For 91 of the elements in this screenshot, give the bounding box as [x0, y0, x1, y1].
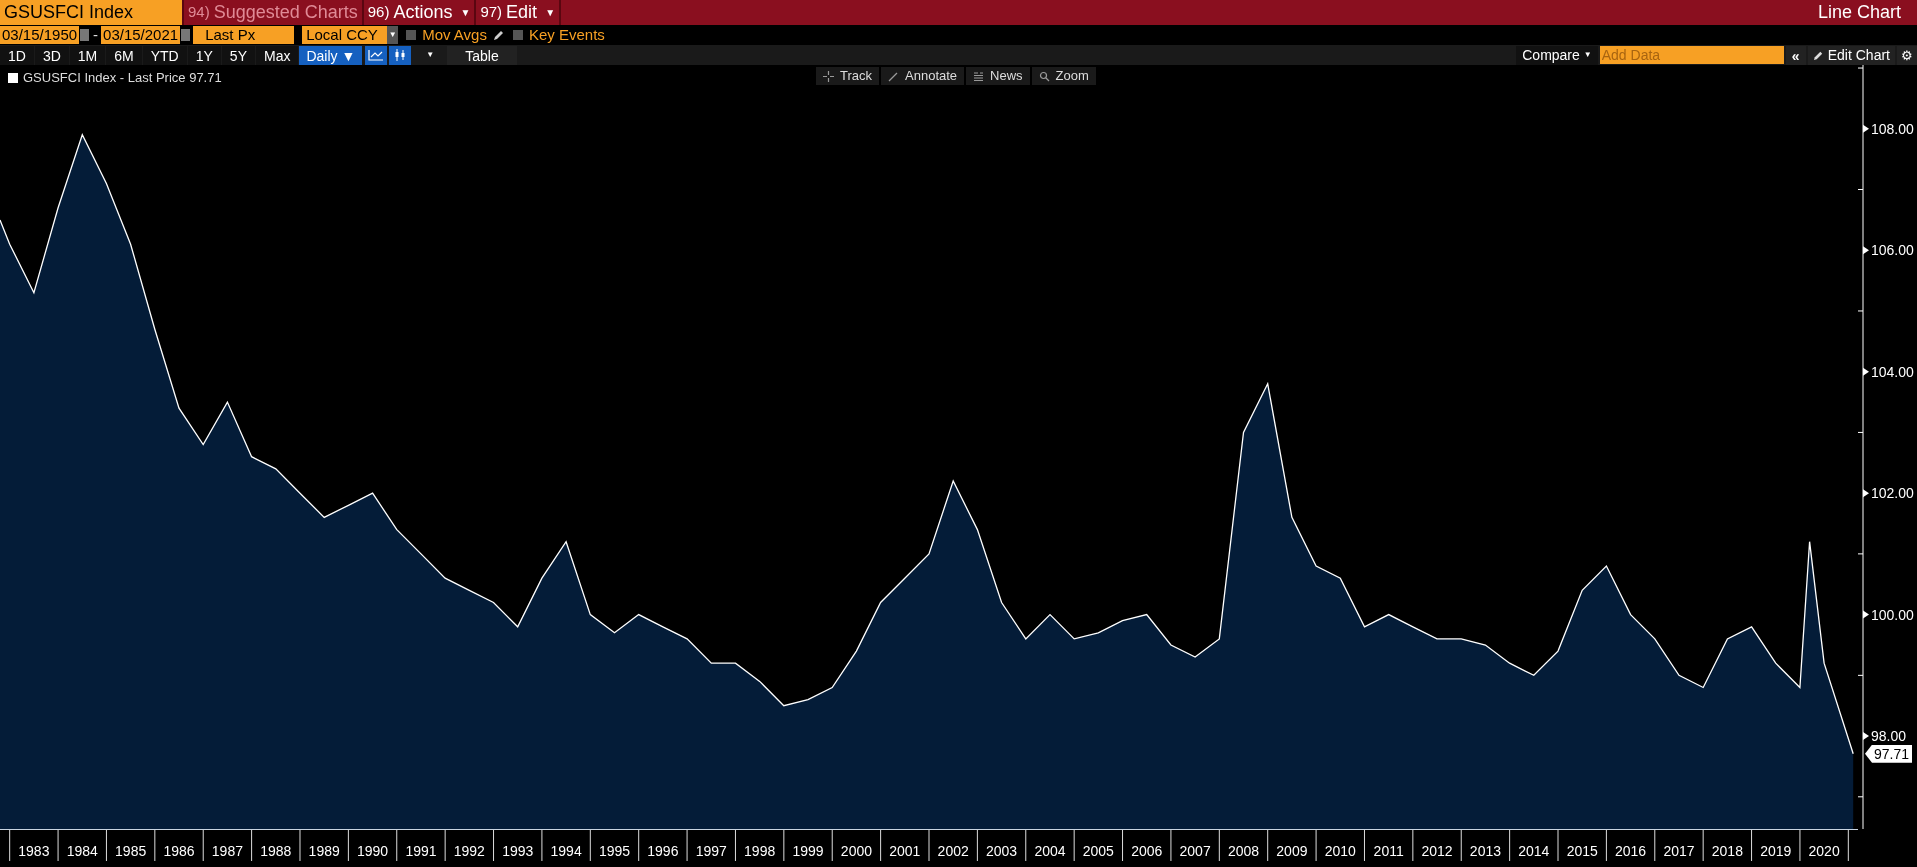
menu-button[interactable]: 97) Edit ▼ [474, 0, 560, 25]
x-axis-label: 1999 [792, 843, 824, 859]
checkbox[interactable] [512, 30, 523, 40]
x-axis-label: 1998 [744, 843, 776, 859]
crosshair-icon [823, 70, 834, 82]
y-axis-label: 100.00 [1871, 606, 1914, 623]
checkbox[interactable] [406, 30, 417, 40]
x-axis-label: 1993 [502, 843, 534, 859]
period-tab[interactable]: Max [255, 45, 299, 65]
x-axis-label: 2004 [1034, 843, 1066, 859]
last-price-label: 97.71 [1865, 744, 1913, 763]
period-tab[interactable]: 3D [34, 45, 69, 65]
y-axis-label: 106.00 [1871, 242, 1914, 259]
candlestick-icon [394, 49, 407, 61]
checkbox-label[interactable]: Key Events [528, 23, 605, 47]
currency-select[interactable]: Local CCY [302, 26, 388, 44]
period-tab[interactable]: 6M [106, 45, 142, 65]
period-tab[interactable]: YTD [142, 45, 187, 65]
x-axis-label: 2007 [1179, 843, 1211, 859]
x-axis-label: 1986 [163, 843, 195, 859]
ticker-field[interactable]: GSUSFCI Index [0, 0, 182, 25]
chart-tool-button[interactable]: News [966, 67, 1030, 85]
x-axis-label: 1983 [18, 843, 50, 859]
end-date-field[interactable]: 03/15/2021 [101, 26, 181, 44]
x-axis-label: 2002 [937, 843, 969, 859]
y-axis-label: 108.00 [1871, 120, 1914, 137]
period-tab[interactable]: 5Y [221, 45, 255, 65]
x-axis-label: 2015 [1566, 843, 1598, 859]
x-axis-label: 2000 [840, 843, 872, 859]
x-axis-label: 2020 [1808, 843, 1840, 859]
x-axis-label: 1996 [647, 843, 679, 859]
x-axis-label: 2009 [1276, 843, 1308, 859]
x-axis-label: 1990 [357, 843, 389, 859]
x-axis-label: 1988 [260, 843, 292, 859]
x-axis-label: 2016 [1615, 843, 1647, 859]
x-axis-label: 1995 [598, 843, 631, 859]
y-axis-label: 102.00 [1871, 485, 1914, 502]
period-tab[interactable]: 1M [69, 45, 106, 65]
x-axis-label: 2010 [1324, 843, 1356, 859]
edit-chart-button[interactable]: Edit Chart [1807, 45, 1895, 65]
x-axis-label: 1989 [308, 843, 340, 859]
chart-type-button[interactable] [365, 45, 388, 65]
caret-icon[interactable]: ▼ [413, 49, 448, 61]
chart-tool-button[interactable]: Track [816, 67, 880, 85]
x-axis-label: 2018 [1711, 843, 1743, 859]
chart-tool-button[interactable]: Zoom [1031, 67, 1096, 85]
legend-label: GSUSFCI Index - Last Price 97.71 [23, 69, 222, 87]
x-axis-label: 1994 [550, 843, 582, 859]
pencil-icon [888, 70, 900, 82]
chart-type-button[interactable] [389, 45, 412, 65]
calendar-icon[interactable] [181, 29, 191, 41]
x-axis-label: 1991 [405, 843, 437, 859]
x-axis-label: 1984 [66, 843, 98, 859]
x-axis-label: 2006 [1131, 843, 1163, 859]
pencil-icon [1812, 49, 1824, 61]
x-axis-label: 1987 [211, 843, 243, 859]
news-icon [973, 70, 985, 82]
y-axis-label: 104.00 [1871, 363, 1914, 380]
x-axis-label: 2005 [1082, 843, 1114, 859]
checkbox-label[interactable]: Mov Avgs [422, 23, 487, 47]
line-chart-icon [368, 49, 385, 61]
x-axis-label: 2003 [986, 843, 1018, 859]
settings-button[interactable]: ⚙ [1897, 45, 1917, 65]
search-icon [1038, 70, 1050, 82]
window-title: Line Chart [1817, 1, 1902, 24]
x-axis-label: 2017 [1663, 843, 1695, 859]
x-axis-label: 2011 [1373, 843, 1404, 859]
field-select[interactable]: Last Px [193, 26, 295, 44]
x-axis-label: 2012 [1421, 843, 1453, 859]
x-axis-label: 2013 [1469, 843, 1501, 859]
legend-swatch [8, 72, 18, 83]
compare-dropdown[interactable]: Compare ▼ [1516, 45, 1598, 65]
table-button[interactable]: Table [447, 45, 517, 65]
add-data-field[interactable]: Add Data [1599, 46, 1784, 64]
pencil-icon[interactable] [492, 29, 505, 41]
period-tab[interactable]: 1Y [187, 45, 221, 65]
period-tab[interactable]: 1D [0, 45, 34, 65]
x-axis-label: 1997 [695, 843, 727, 859]
x-axis-label: 2014 [1518, 843, 1550, 859]
x-axis-label: 2019 [1760, 843, 1792, 859]
x-axis-label: 2001 [889, 843, 921, 859]
collapse-button[interactable]: « [1785, 45, 1806, 65]
x-axis-label: 2008 [1227, 843, 1260, 859]
calendar-icon[interactable] [80, 29, 90, 41]
chart-tool-button[interactable]: Annotate [881, 67, 965, 85]
start-date-field[interactable]: 03/15/1950 [0, 26, 80, 44]
frequency-dropdown[interactable]: Daily ▼ [299, 45, 363, 65]
date-separator: - [92, 24, 100, 45]
x-axis-label: 1985 [115, 843, 147, 859]
x-axis-label: 1992 [453, 843, 485, 859]
y-axis-label: 98.00 [1871, 728, 1907, 745]
